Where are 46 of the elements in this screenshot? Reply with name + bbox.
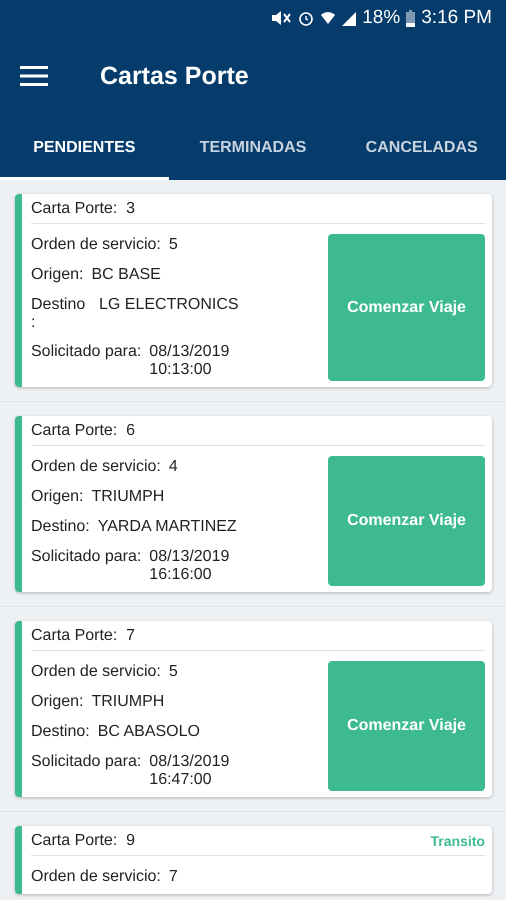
tab[interactable]: PENDIENTES bbox=[0, 116, 169, 180]
field-label: Solicitado para: bbox=[31, 343, 142, 362]
field-value: 08/13/2019 bbox=[149, 343, 230, 362]
card-title: Carta Porte: 9 bbox=[31, 832, 136, 850]
field-label: Destino : bbox=[31, 296, 86, 332]
battery-icon bbox=[406, 10, 416, 26]
card-title: Carta Porte: 6 bbox=[31, 422, 136, 440]
field-label: Orden de servicio: bbox=[31, 458, 161, 476]
field-value: 7 bbox=[168, 868, 178, 886]
wifi-icon bbox=[320, 10, 336, 26]
menu-icon[interactable] bbox=[20, 66, 48, 86]
field-label: Solicitado para: bbox=[31, 548, 142, 566]
field-value: BC ABASOLO bbox=[98, 723, 200, 742]
card-title: Carta Porte: 3 bbox=[31, 200, 136, 218]
field-label: Orden de servicio: bbox=[31, 663, 161, 682]
battery-level: 18% bbox=[362, 7, 400, 29]
field-value: TRIUMPH bbox=[91, 693, 164, 712]
field-value: 5 bbox=[168, 236, 178, 254]
field-label: Orden de servicio: bbox=[31, 236, 161, 254]
field-value: TRIUMPH bbox=[91, 488, 164, 506]
field-label: Orden de servicio: bbox=[31, 868, 161, 886]
field-label: Solicitado para: bbox=[31, 753, 142, 772]
field-label: Origen: bbox=[31, 488, 84, 506]
field-value: 08/13/2019 bbox=[149, 753, 230, 772]
field-label: Origen: bbox=[31, 693, 84, 712]
signal-icon bbox=[342, 10, 356, 26]
field-label: Destino: bbox=[31, 723, 90, 742]
status-label: Transito bbox=[430, 832, 485, 849]
card-title: Carta Porte: 7 bbox=[31, 626, 136, 645]
field-value: BC BASE bbox=[91, 266, 161, 284]
field-label: Origen: bbox=[31, 266, 84, 284]
field-value: 10:13:00 bbox=[149, 361, 213, 380]
field-value: 4 bbox=[168, 458, 178, 476]
tab[interactable]: CANCELADAS bbox=[337, 116, 506, 180]
field-value: 16:16:00 bbox=[149, 566, 213, 584]
field-value: 5 bbox=[168, 663, 178, 682]
field-value: LG ELECTRONICS bbox=[99, 296, 239, 314]
field-label: Destino: bbox=[31, 518, 90, 536]
clock-time: 3:16 PM bbox=[421, 7, 492, 29]
mute-icon bbox=[270, 10, 292, 26]
field-value: 16:47:00 bbox=[149, 771, 213, 790]
field-value: YARDA MARTINEZ bbox=[98, 518, 237, 536]
screen-title: Cartas Porte bbox=[100, 62, 249, 90]
field-value: 08/13/2019 bbox=[149, 548, 230, 566]
alarm-icon bbox=[298, 10, 314, 26]
tab[interactable]: TERMINADAS bbox=[168, 116, 338, 180]
